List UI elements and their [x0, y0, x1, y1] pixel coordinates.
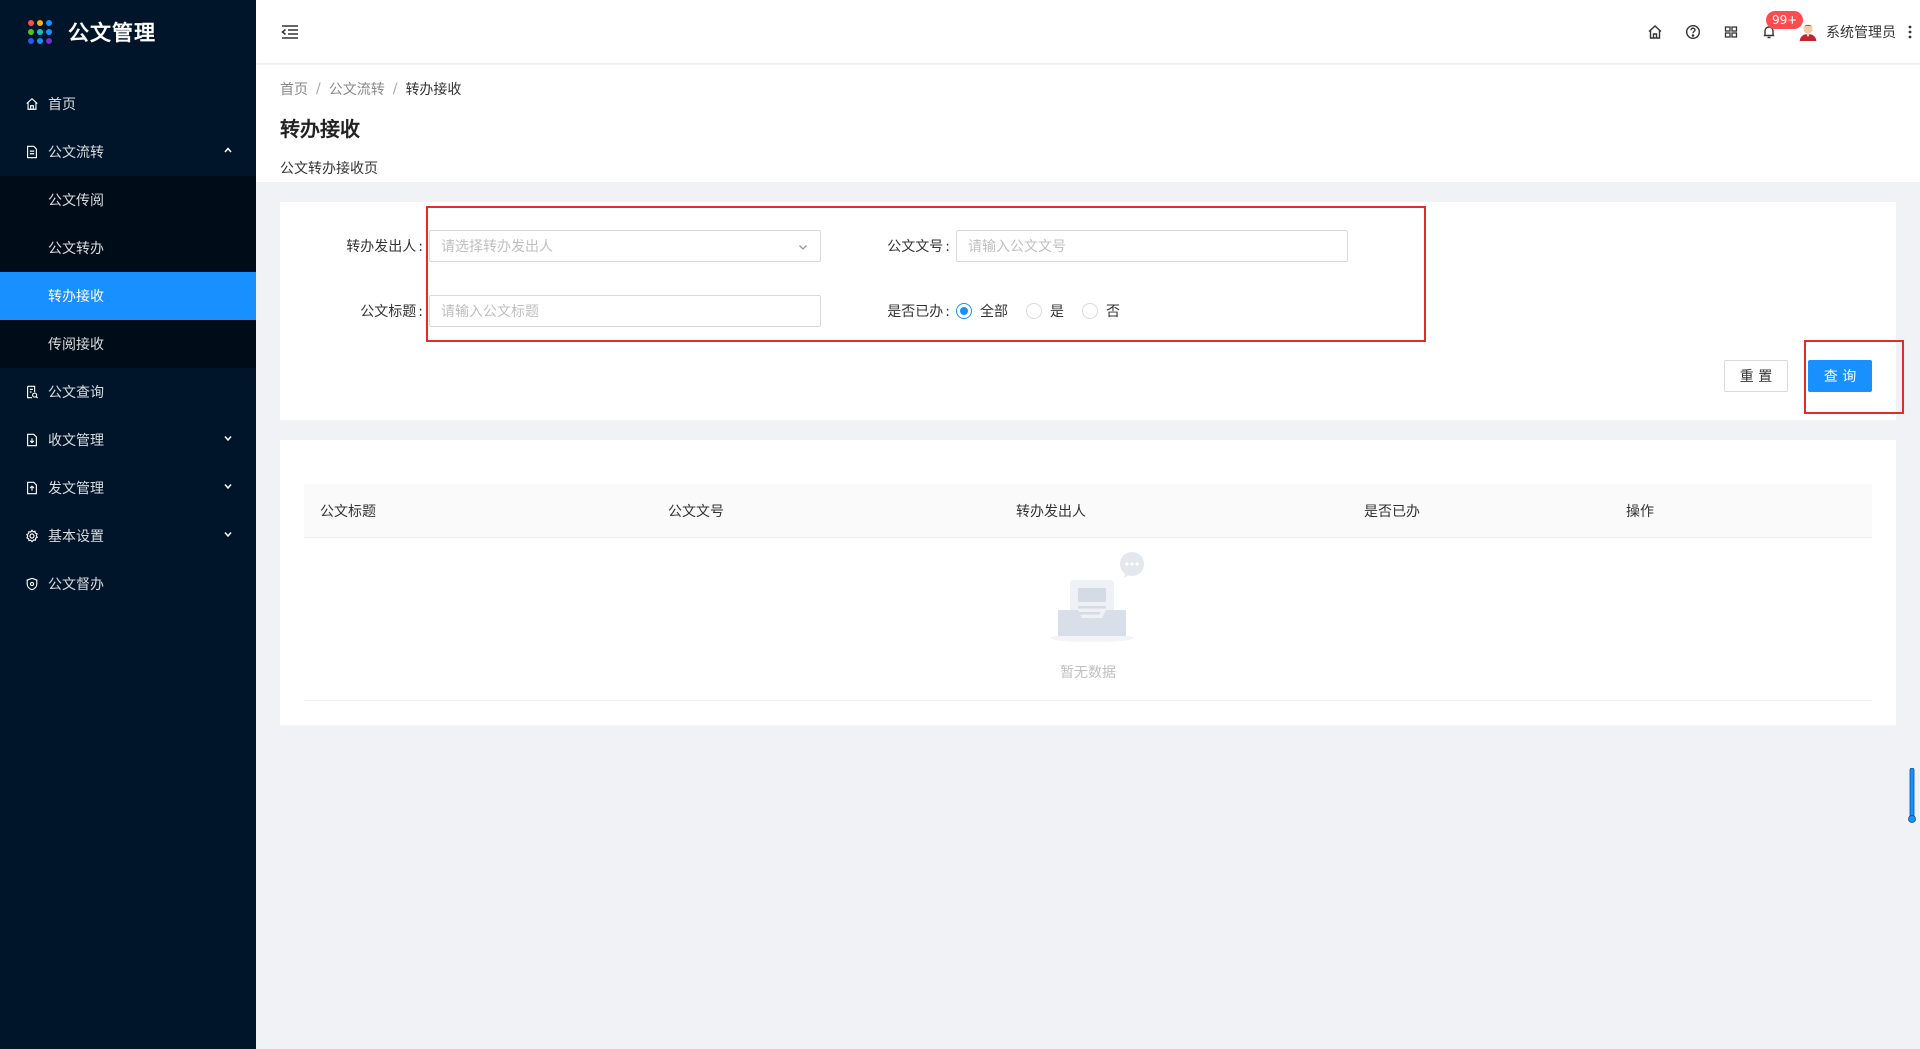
done-field-row: 是否已办: 全部 是 否 — [870, 295, 1138, 327]
column-header-done[interactable]: 是否已办 — [1364, 484, 1420, 538]
breadcrumb-document-flow[interactable]: 公文流转 — [329, 79, 385, 99]
header-actions: 99+ 系统管理员 — [1636, 0, 1920, 64]
radio-all-label: 全部 — [980, 304, 1008, 320]
sidebar-item-label: 公文查询 — [48, 385, 104, 401]
sender-field-row: 转办发出人: 请选择转办发出人 — [280, 230, 821, 262]
docno-field-row: 公文文号: 请输入公文文号 — [870, 230, 1348, 262]
docno-input-placeholder: 请输入公文文号 — [968, 239, 1066, 255]
sidebar-item-document-query[interactable]: 公文查询 — [0, 368, 256, 416]
sidebar-item-settings[interactable]: 基本设置 — [0, 512, 256, 560]
done-radio-group: 全部 是 否 — [956, 301, 1138, 321]
sidebar-item-transfer-receive[interactable]: 转办接收 — [0, 272, 256, 320]
breadcrumb-home[interactable]: 首页 — [280, 79, 308, 99]
chevron-down-icon — [224, 532, 232, 538]
inbox-doc-icon — [24, 432, 40, 448]
sidebar-menu: 首页 公文流转 公文传阅 公文转办 转办接收 传阅接收 公文查询 收文管理 发文… — [0, 80, 256, 608]
sidebar-item-label: 公文督办 — [48, 577, 104, 593]
chevron-up-icon — [224, 147, 232, 153]
title-field-row: 公文标题: 请输入公文标题 — [280, 295, 821, 327]
submenu-document-flow: 公文传阅 公文转办 转办接收 传阅接收 — [0, 176, 256, 368]
gear-icon — [24, 528, 40, 544]
notification-bell-icon[interactable]: 99+ — [1750, 0, 1804, 64]
title-label: 公文标题: — [360, 304, 423, 320]
chevron-down-icon — [224, 484, 232, 490]
sender-select[interactable]: 请选择转办发出人 — [429, 230, 821, 262]
search-form-card: 转办发出人: 请选择转办发出人 公文文号: 请输入公文文号 公文标题: 请输入公… — [280, 202, 1904, 420]
table-header: 公文标题 公文文号 转办发出人 是否已办 操作 — [304, 484, 1872, 538]
help-icon[interactable] — [1674, 0, 1712, 64]
breadcrumb-separator: / — [392, 81, 398, 97]
breadcrumb-separator: / — [316, 81, 321, 97]
home-icon[interactable] — [1636, 0, 1674, 64]
chevron-down-icon — [224, 436, 232, 442]
radio-yes-label: 是 — [1050, 304, 1064, 320]
title-input-placeholder: 请输入公文标题 — [441, 304, 539, 320]
sidebar-item-label: 发文管理 — [48, 481, 104, 497]
sidebar-item-home[interactable]: 首页 — [0, 80, 256, 128]
sender-label: 转办发出人: — [346, 239, 423, 255]
radio-no-dot — [1082, 303, 1098, 319]
document-icon — [24, 144, 40, 160]
sidebar-item-label: 首页 — [48, 97, 76, 113]
column-header-actions: 操作 — [1626, 504, 1654, 520]
radio-no[interactable]: 否 — [1082, 301, 1120, 321]
app-grid-icon — [28, 20, 52, 44]
column-header-docno[interactable]: 公文文号 — [668, 484, 724, 538]
page-header: 首页 / 公文流转 / 转办接收 转办接收 公文转办接收页 — [256, 65, 1920, 182]
sidebar-item-transfer[interactable]: 公文转办 — [0, 224, 256, 272]
breadcrumb: 首页 / 公文流转 / 转办接收 — [280, 79, 1896, 99]
app-title: 公文管理 — [68, 21, 156, 45]
sender-select-placeholder: 请选择转办发出人 — [441, 239, 553, 255]
docno-input[interactable]: 请输入公文文号 — [956, 230, 1348, 262]
radio-yes[interactable]: 是 — [1026, 301, 1064, 321]
send-doc-icon — [24, 480, 40, 496]
table-empty-state: 暂无数据 — [304, 538, 1872, 701]
search-doc-icon — [24, 384, 40, 400]
reset-button[interactable]: 重 置 — [1724, 360, 1788, 392]
sidebar-item-label: 公文传阅 — [48, 193, 104, 209]
sidebar-item-label: 公文流转 — [48, 145, 104, 161]
apps-icon[interactable] — [1712, 0, 1750, 64]
column-header-title[interactable]: 公文标题 — [320, 484, 376, 538]
sidebar: 公文管理 首页 公文流转 公文传阅 公文转办 转办接收 传阅接收 公文查询 收文… — [0, 0, 256, 1049]
more-options-icon[interactable] — [1900, 0, 1920, 64]
title-input[interactable]: 请输入公文标题 — [429, 295, 821, 327]
home-icon — [24, 96, 40, 112]
empty-text: 暂无数据 — [1060, 665, 1116, 681]
radio-yes-dot — [1026, 303, 1042, 319]
empty-inbox-icon — [1050, 552, 1144, 642]
radio-no-label: 否 — [1106, 304, 1120, 320]
results-table-card: 公文标题 公文文号 转办发出人 是否已办 操作 暂无数据 — [280, 440, 1896, 725]
breadcrumb-current: 转办接收 — [405, 82, 462, 98]
radio-all-dot — [956, 303, 972, 319]
page-description: 公文转办接收页 — [280, 161, 378, 177]
chevron-down-icon — [799, 245, 807, 250]
sidebar-item-label: 传阅接收 — [48, 337, 104, 353]
top-header: 99+ 系统管理员 — [256, 0, 1920, 64]
notification-badge: 99+ — [1766, 11, 1804, 29]
sidebar-item-supervise[interactable]: 公文督办 — [0, 560, 256, 608]
column-header-sender[interactable]: 转办发出人 — [1016, 484, 1086, 538]
sidebar-item-label: 公文转办 — [48, 241, 104, 257]
page-title: 转办接收 — [280, 117, 360, 141]
menu-fold-icon[interactable] — [280, 22, 300, 42]
sidebar-item-label: 收文管理 — [48, 433, 104, 449]
done-label: 是否已办: — [887, 304, 950, 320]
user-menu[interactable]: 系统管理员 — [1796, 20, 1896, 44]
app-logo[interactable]: 公文管理 — [0, 0, 256, 64]
sidebar-item-outbox-management[interactable]: 发文管理 — [0, 464, 256, 512]
sidebar-item-circulate-receive[interactable]: 传阅接收 — [0, 320, 256, 368]
sidebar-item-label: 基本设置 — [48, 529, 104, 545]
sidebar-item-document-flow[interactable]: 公文流转 — [0, 128, 256, 176]
shield-icon — [24, 576, 40, 592]
query-button[interactable]: 查 询 — [1808, 360, 1872, 392]
sidebar-item-inbox-management[interactable]: 收文管理 — [0, 416, 256, 464]
docno-label: 公文文号: — [887, 239, 950, 255]
sidebar-item-circulate[interactable]: 公文传阅 — [0, 176, 256, 224]
scrollbar-handle[interactable] — [1908, 768, 1916, 824]
radio-all[interactable]: 全部 — [956, 301, 1008, 321]
username: 系统管理员 — [1826, 25, 1896, 41]
sidebar-item-label: 转办接收 — [48, 289, 104, 305]
